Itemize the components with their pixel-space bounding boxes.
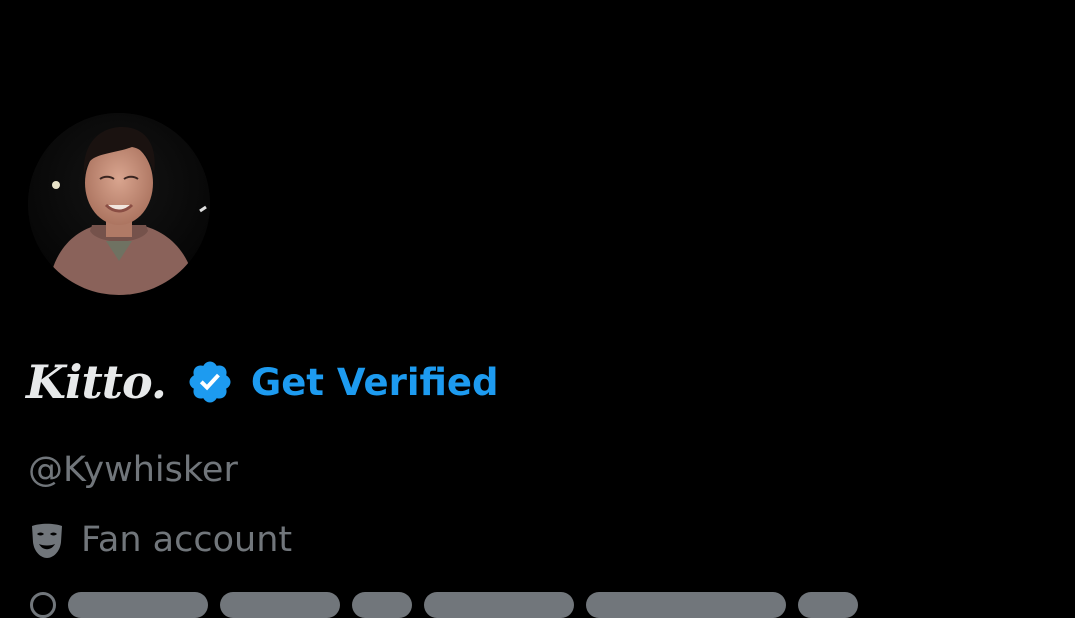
theater-mask-icon	[28, 520, 66, 560]
profile-category-text: Fan account	[81, 520, 293, 560]
profile-handle: @Kywhisker	[28, 450, 238, 490]
name-row: Kitto. Get Verified	[26, 352, 499, 412]
profile-category-label: Fan account	[28, 520, 292, 560]
profile-avatar[interactable]	[28, 113, 210, 295]
verified-badge-icon[interactable]	[186, 358, 234, 406]
display-name: Kitto.	[26, 355, 167, 409]
get-verified-link[interactable]: Get Verified	[251, 361, 499, 404]
location-icon	[30, 592, 56, 618]
bio-line-cut-off	[30, 592, 858, 618]
avatar-photo	[28, 113, 210, 295]
